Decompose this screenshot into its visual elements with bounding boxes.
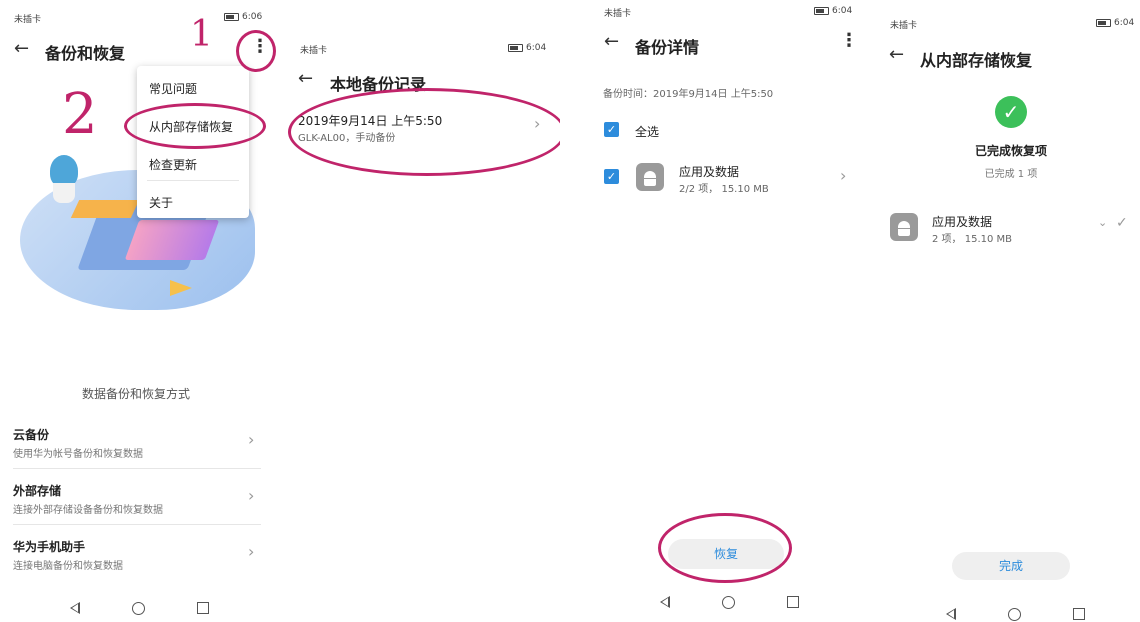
page-title: 备份详情 xyxy=(635,38,700,57)
divider xyxy=(13,468,261,469)
list-item-subtitle: 使用华为帐号备份和恢复数据 xyxy=(13,449,143,460)
list-item-title: 外部存储 xyxy=(13,484,62,498)
chevron-right-icon: › xyxy=(840,166,847,185)
back-arrow-icon[interactable]: ← xyxy=(604,33,619,51)
chevron-right-icon: › xyxy=(248,486,255,505)
status-right: 6:04 xyxy=(814,6,852,16)
page-title: 从内部存储恢复 xyxy=(920,51,1033,70)
item-check-icon: ✓ xyxy=(1116,215,1128,231)
status-carrier: 未插卡 xyxy=(890,21,918,31)
nav-recent-icon[interactable] xyxy=(1073,608,1085,620)
back-arrow-icon[interactable]: ← xyxy=(298,70,313,88)
list-item-subtitle: 连接电脑备份和恢复数据 xyxy=(13,561,123,572)
done-count: 已完成 1 项 xyxy=(984,169,1038,180)
annotation-circle xyxy=(288,88,560,176)
nav-home-icon[interactable] xyxy=(722,596,735,609)
nav-back-icon[interactable] xyxy=(660,596,670,608)
page-title: 备份和恢复 xyxy=(45,44,126,63)
more-vert-icon[interactable]: ⋮ xyxy=(840,32,858,50)
panel-restore-complete: 未插卡 6:04 ← 从内部存储恢复 ✓ 已完成恢复项 已完成 1 项 应用及数… xyxy=(878,0,1140,622)
status-right: 6:04 xyxy=(508,43,546,53)
battery-icon xyxy=(508,44,523,52)
menu-item-about[interactable]: 关于 xyxy=(149,194,173,211)
list-item-cloud[interactable]: 云备份 使用华为帐号备份和恢复数据 › xyxy=(0,420,272,468)
panel-backup-restore: 未插卡 6:06 ← 备份和恢复 ⋮ 数据备份和恢复方式 云备份 使用华为帐号备… xyxy=(0,0,280,622)
item-title: 应用及数据 xyxy=(932,215,993,229)
status-carrier: 未插卡 xyxy=(604,9,632,19)
app-data-checkbox[interactable]: ✓ xyxy=(604,169,619,184)
list-item-hisuite[interactable]: 华为手机助手 连接电脑备份和恢复数据 › xyxy=(0,532,272,580)
status-time: 6:04 xyxy=(1114,18,1135,28)
nav-recent-icon[interactable] xyxy=(787,596,799,608)
list-item-external[interactable]: 外部存储 连接外部存储设备备份和恢复数据 › xyxy=(0,476,272,524)
status-time: 6:04 xyxy=(832,6,853,16)
section-heading: 数据备份和恢复方式 xyxy=(81,387,190,401)
select-all-checkbox[interactable]: ✓ xyxy=(604,122,619,137)
annotation-number: 1 xyxy=(190,14,213,55)
system-nav-bar xyxy=(660,596,799,609)
app-data-item[interactable]: ✓ 应用及数据 2/2 项， 15.10 MB › xyxy=(592,160,862,200)
menu-item-check-update[interactable]: 检查更新 xyxy=(149,156,197,173)
annotation-circle xyxy=(124,103,266,149)
chevron-down-icon[interactable]: ⌄ xyxy=(1098,216,1107,229)
backup-time: 备份时间：2019年9月14日 上午5:50 xyxy=(603,89,774,100)
battery-icon xyxy=(814,7,829,15)
status-carrier: 未插卡 xyxy=(14,15,42,25)
item-title: 应用及数据 xyxy=(679,165,740,179)
back-arrow-icon[interactable]: ← xyxy=(14,40,29,58)
done-heading: 已完成恢复项 xyxy=(974,144,1047,158)
finish-button[interactable]: 完成 xyxy=(952,552,1070,580)
status-time: 6:04 xyxy=(526,43,547,53)
panel-backup-details: 未插卡 6:04 ← 备份详情 ⋮ 备份时间：2019年9月14日 上午5:50… xyxy=(592,0,862,622)
chevron-right-icon: › xyxy=(248,542,255,561)
item-subtitle: 2/2 项， 15.10 MB xyxy=(679,184,769,195)
system-nav-bar xyxy=(946,608,1085,621)
battery-icon xyxy=(224,13,239,21)
list-item-title: 华为手机助手 xyxy=(13,540,86,554)
panel-local-backups: 未插卡 6:04 ← 本地备份记录 2019年9月14日 上午5:50 GLK-… xyxy=(288,0,560,622)
divider xyxy=(147,180,239,181)
status-right: 6:04 xyxy=(1096,18,1134,28)
status-right: 6:06 xyxy=(224,12,262,22)
nav-back-icon[interactable] xyxy=(946,608,956,620)
annotation-circle xyxy=(236,30,276,72)
system-nav-bar xyxy=(70,602,209,615)
list-item-subtitle: 连接外部存储设备备份和恢复数据 xyxy=(13,505,163,516)
success-check-icon: ✓ xyxy=(995,96,1027,128)
list-item-title: 云备份 xyxy=(13,428,50,442)
menu-item-faq[interactable]: 常见问题 xyxy=(149,80,197,97)
battery-icon xyxy=(1096,19,1111,27)
status-carrier: 未插卡 xyxy=(300,46,328,56)
back-arrow-icon[interactable]: ← xyxy=(889,46,904,64)
nav-home-icon[interactable] xyxy=(1008,608,1021,621)
chevron-right-icon: › xyxy=(248,430,255,449)
android-icon xyxy=(890,213,918,241)
select-all-label: 全选 xyxy=(635,125,660,139)
restored-item: 应用及数据 2 项， 15.10 MB ⌄ ✓ xyxy=(878,210,1140,246)
divider xyxy=(13,524,261,525)
item-subtitle: 2 项， 15.10 MB xyxy=(932,234,1013,245)
annotation-circle xyxy=(658,513,792,583)
status-time: 6:06 xyxy=(242,12,263,22)
nav-back-icon[interactable] xyxy=(70,602,80,614)
android-icon xyxy=(636,163,664,191)
nav-recent-icon[interactable] xyxy=(197,602,209,614)
annotation-number: 2 xyxy=(62,82,98,147)
nav-home-icon[interactable] xyxy=(132,602,145,615)
